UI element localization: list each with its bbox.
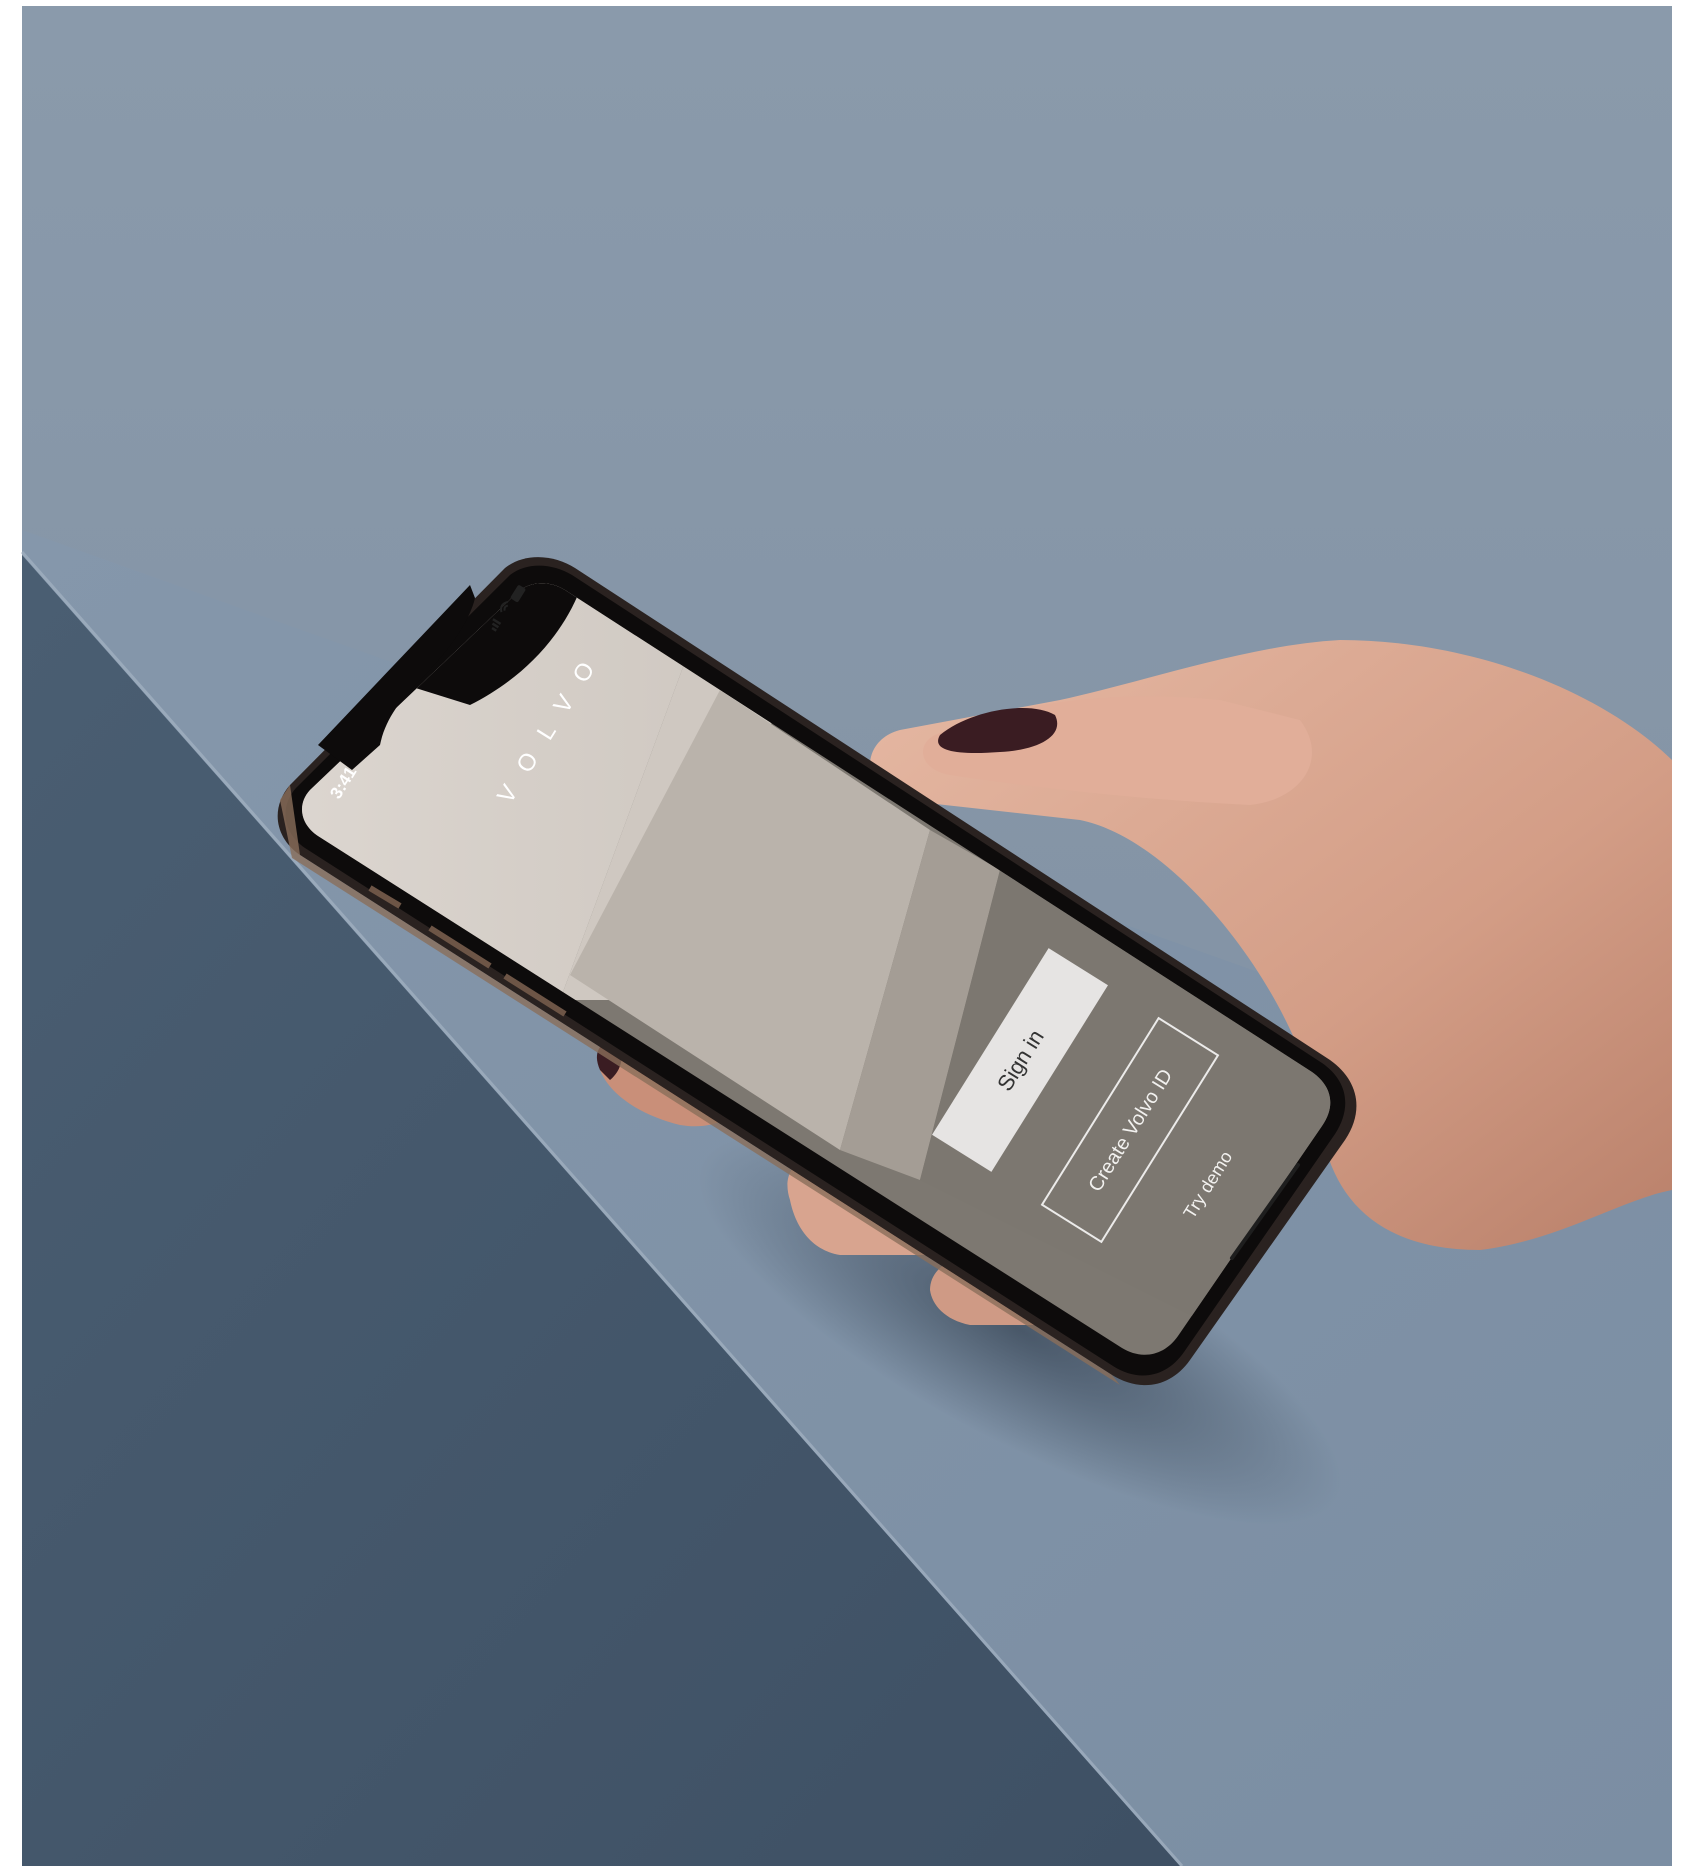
- desk-surface: [20, 530, 1672, 1866]
- photo: 3:41 VOLVO Sign in Create Volvo ID Try d…: [0, 0, 1688, 1866]
